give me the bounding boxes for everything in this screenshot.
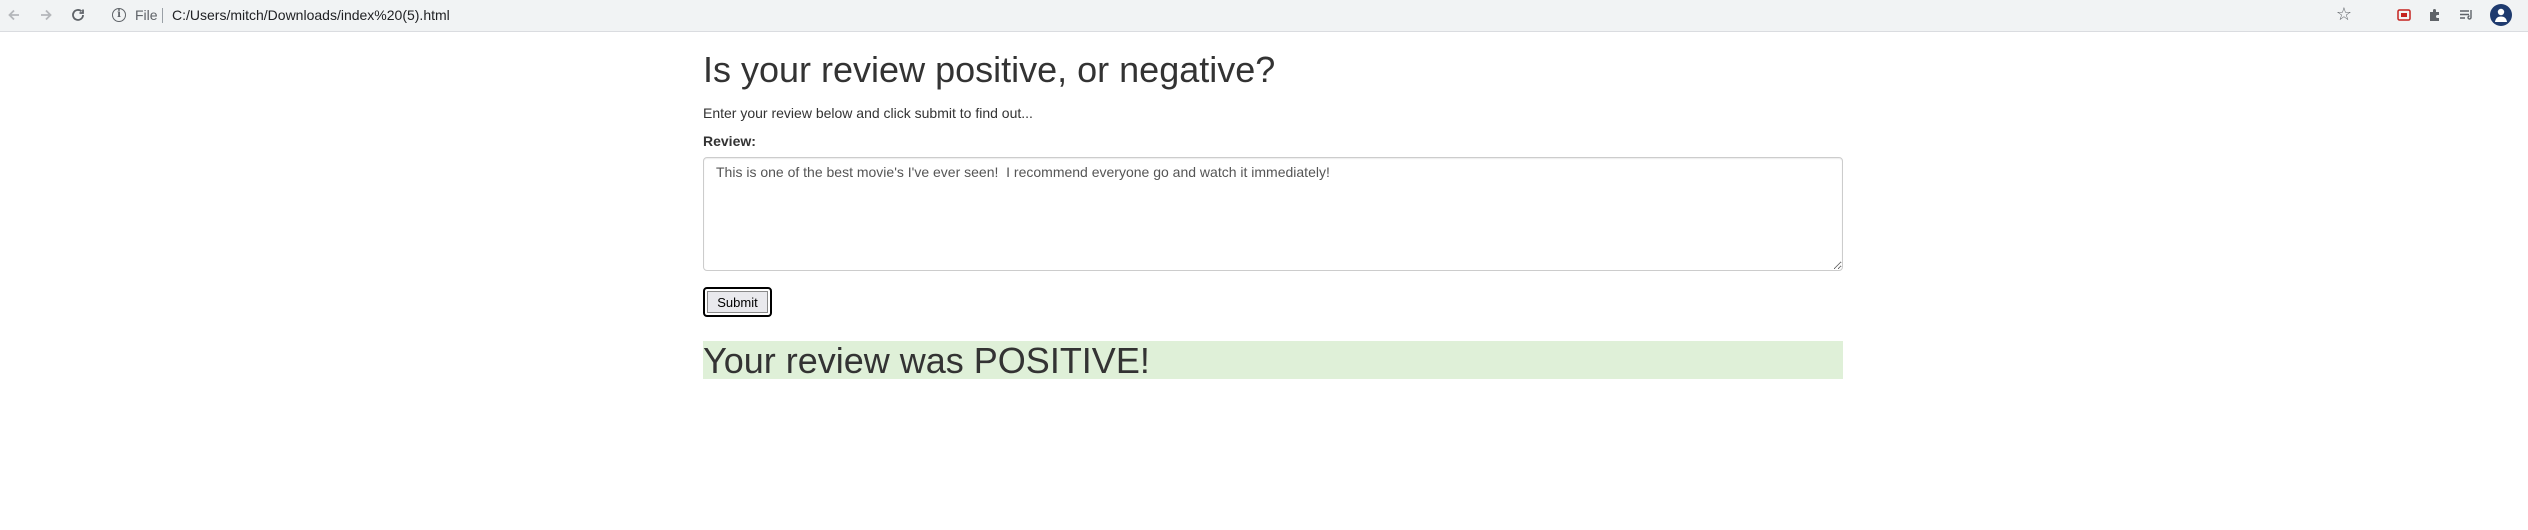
result-banner: Your review was POSITIVE! [703,341,1843,379]
submit-button[interactable]: Submit [703,287,772,317]
puzzle-piece-icon[interactable] [2424,4,2446,26]
bookmark-star-icon[interactable]: ☆ [2336,4,2352,25]
page-title: Is your review positive, or negative? [703,49,1276,90]
address-bar[interactable]: i File C:/Users/mitch/Downloads/index%20… [100,3,2360,28]
url-text[interactable]: C:/Users/mitch/Downloads/index%20(5).htm… [172,7,450,23]
back-arrow-icon[interactable] [2,3,26,27]
review-textarea[interactable]: This is one of the best movie's I've eve… [703,157,1843,271]
browser-toolbar: i File C:/Users/mitch/Downloads/index%20… [0,0,2528,32]
extension-icon[interactable] [2393,4,2415,26]
page-instructions: Enter your review below and click submit… [703,105,1033,121]
reading-list-icon[interactable] [2455,4,2477,26]
profile-avatar[interactable] [2490,4,2512,26]
result-text: Your review was POSITIVE! [703,340,1150,381]
forward-arrow-icon[interactable] [34,3,58,27]
reload-icon[interactable] [66,3,90,27]
scheme-label: File [135,7,158,23]
info-icon[interactable]: i [112,8,126,22]
address-divider [162,8,163,23]
review-label: Review: [703,133,756,149]
